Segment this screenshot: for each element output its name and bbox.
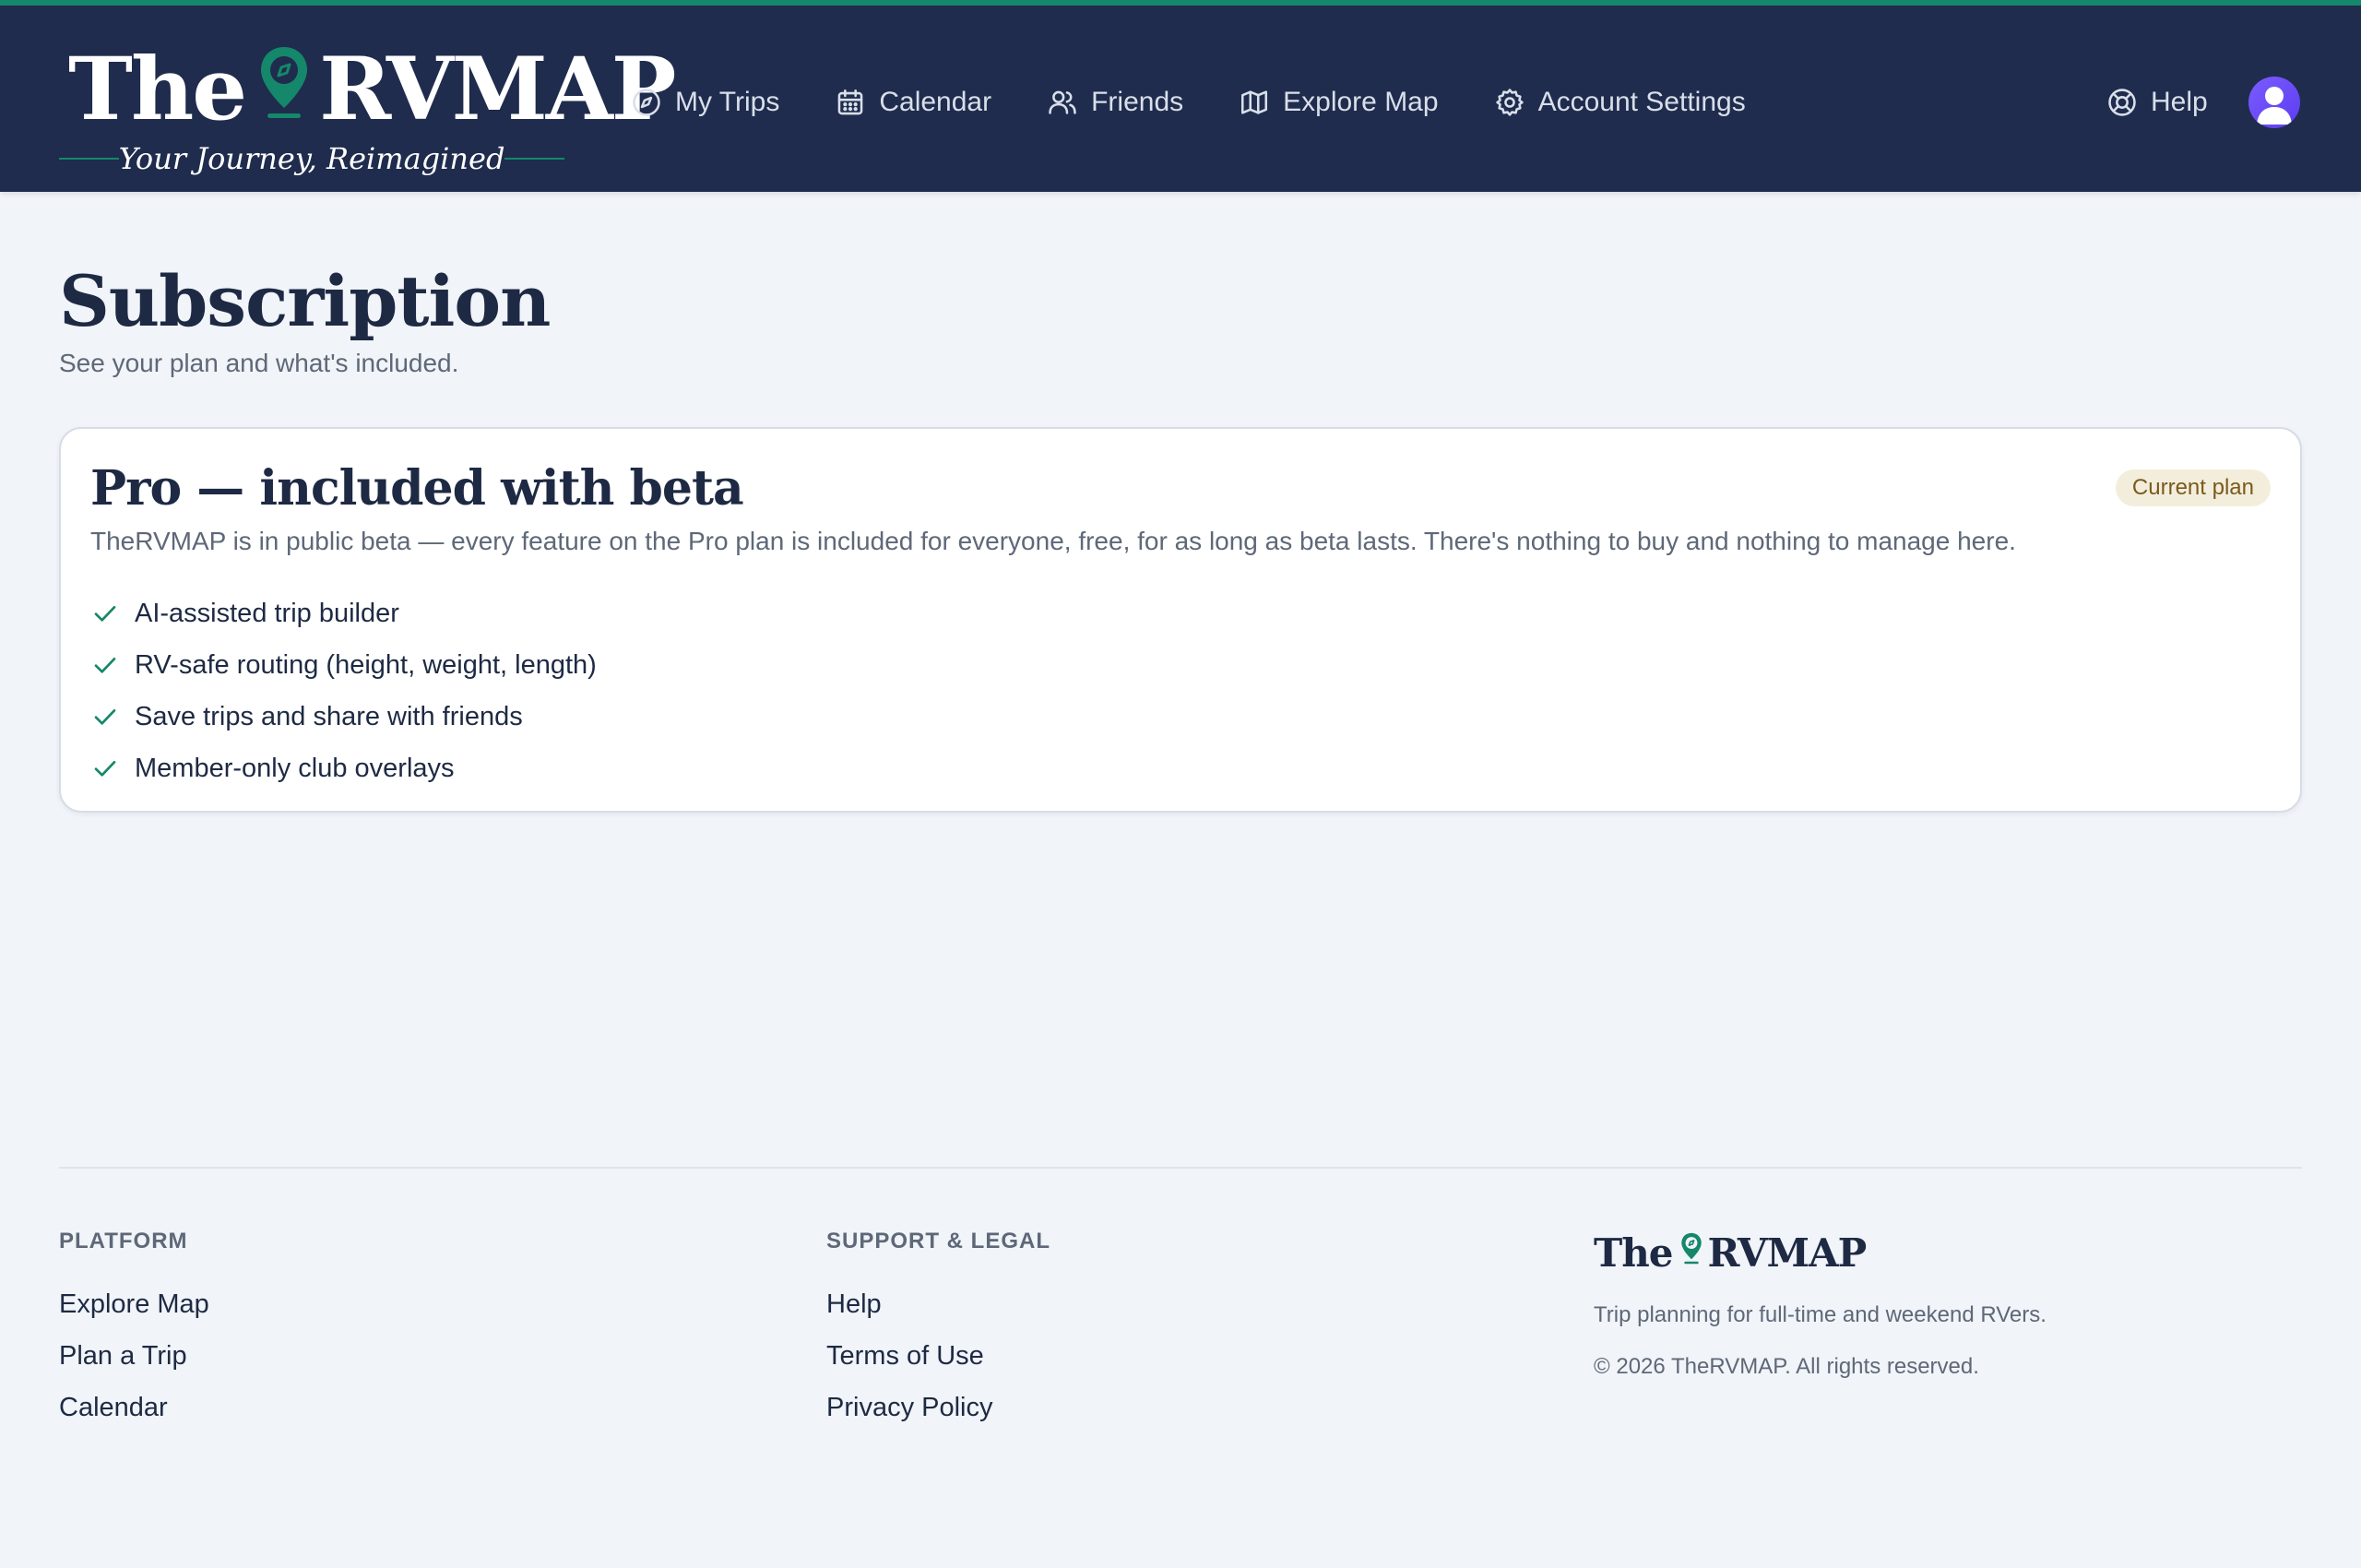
- lifebuoy-icon: [2108, 89, 2136, 116]
- footer-link-help[interactable]: Help: [826, 1278, 1050, 1330]
- nav-explore-map[interactable]: Explore Map: [1239, 87, 1439, 118]
- footer-tagline: Trip planning for full-time and weekend …: [1594, 1302, 2047, 1327]
- footer-platform-links: Explore Map Plan a Trip Calendar: [59, 1278, 209, 1433]
- checkmark-icon: [94, 606, 116, 622]
- plan-card: Pro — included with beta Current plan Th…: [59, 427, 2302, 813]
- checkmark-icon: [94, 658, 116, 673]
- user-avatar-button[interactable]: [2248, 77, 2300, 128]
- logo-rule-left: [59, 158, 119, 160]
- nav-account-settings[interactable]: Account Settings: [1494, 87, 1746, 118]
- footer-logo[interactable]: The RVMAP: [1594, 1227, 2047, 1278]
- friends-icon: [1049, 90, 1076, 114]
- nav-my-trips[interactable]: My Trips: [631, 87, 779, 118]
- logo-tagline-row: Your Journey, Reimagined: [59, 138, 564, 179]
- footer-platform-column: PLATFORM Explore Map Plan a Trip Calenda…: [59, 1229, 209, 1433]
- list-item: Save trips and share with friends: [90, 691, 597, 742]
- main-nav: My Trips Calendar Friends Explore Map Ac…: [631, 70, 1746, 135]
- nav-calendar[interactable]: Calendar: [835, 87, 991, 118]
- list-item: Member-only club overlays: [90, 742, 597, 794]
- plan-title: Pro — included with beta: [90, 460, 744, 517]
- checkmark-icon: [94, 709, 116, 725]
- footer-column-title: SUPPORT & LEGAL: [826, 1229, 1051, 1253]
- map-pin-compass-icon: [1680, 1232, 1702, 1265]
- footer-link-privacy-policy[interactable]: Privacy Policy: [826, 1382, 1050, 1433]
- footer-support-links: Help Terms of Use Privacy Policy: [826, 1278, 1050, 1433]
- footer-column-title: PLATFORM: [59, 1229, 188, 1253]
- calendar-icon: [838, 89, 863, 115]
- plan-description: TheRVMAP is in public beta — every featu…: [90, 527, 2016, 555]
- footer-logo-word-the: The: [1594, 1229, 1674, 1276]
- brand-logo[interactable]: The RVMAP Your Journey, Reimagined: [59, 39, 676, 186]
- footer-logo-word-rvmap: RVMAP: [1707, 1229, 1868, 1276]
- list-item: AI-assisted trip builder: [90, 588, 597, 639]
- map-icon: [1241, 90, 1268, 114]
- feature-label: Save trips and share with friends: [135, 701, 523, 731]
- compass-icon: [633, 89, 660, 116]
- footer-support-column: SUPPORT & LEGAL Help Terms of Use Privac…: [826, 1229, 1050, 1433]
- list-item: RV-safe routing (height, weight, length): [90, 639, 597, 691]
- footer-brand: The RVMAP Trip planning for full-time an…: [1594, 1227, 2047, 1380]
- gear-icon: [1495, 89, 1524, 116]
- logo-rule-right: [504, 158, 564, 160]
- nav-label: Account Settings: [1537, 87, 1746, 117]
- footer-link-calendar[interactable]: Calendar: [59, 1382, 209, 1433]
- checkmark-icon: [94, 761, 116, 777]
- top-navigation-bar: The RVMAP Your Journey, Reimagined My Tr…: [0, 0, 2361, 192]
- logo-wordmark: The RVMAP: [68, 39, 676, 140]
- footer-copyright: © 2026 TheRVMAP. All rights reserved.: [1594, 1354, 1979, 1379]
- nav-label: My Trips: [675, 87, 780, 117]
- user-avatar-icon: [2257, 87, 2292, 125]
- logo-word-rvmap: RVMAP: [319, 39, 676, 140]
- feature-label: AI-assisted trip builder: [135, 598, 399, 628]
- map-pin-compass-icon: [261, 47, 308, 118]
- help-link[interactable]: Help: [2106, 70, 2208, 135]
- help-label: Help: [2151, 87, 2208, 117]
- footer-link-plan-a-trip[interactable]: Plan a Trip: [59, 1330, 209, 1382]
- current-plan-badge: Current plan: [2115, 469, 2271, 506]
- page-subtitle: See your plan and what's included.: [59, 349, 459, 377]
- nav-label: Calendar: [879, 87, 992, 117]
- logo-tagline: Your Journey, Reimagined: [118, 141, 505, 176]
- nav-label: Friends: [1091, 87, 1184, 117]
- plan-feature-list: AI-assisted trip builder RV-safe routing…: [90, 588, 597, 794]
- logo-word-the: The: [68, 39, 247, 140]
- footer-link-explore-map[interactable]: Explore Map: [59, 1278, 209, 1330]
- nav-friends[interactable]: Friends: [1047, 87, 1183, 118]
- page-title: Subscription: [59, 260, 551, 342]
- nav-label: Explore Map: [1283, 87, 1439, 117]
- footer-divider: [59, 1167, 2302, 1169]
- feature-label: RV-safe routing (height, weight, length): [135, 649, 597, 680]
- footer-link-terms-of-use[interactable]: Terms of Use: [826, 1330, 1050, 1382]
- feature-label: Member-only club overlays: [135, 753, 455, 783]
